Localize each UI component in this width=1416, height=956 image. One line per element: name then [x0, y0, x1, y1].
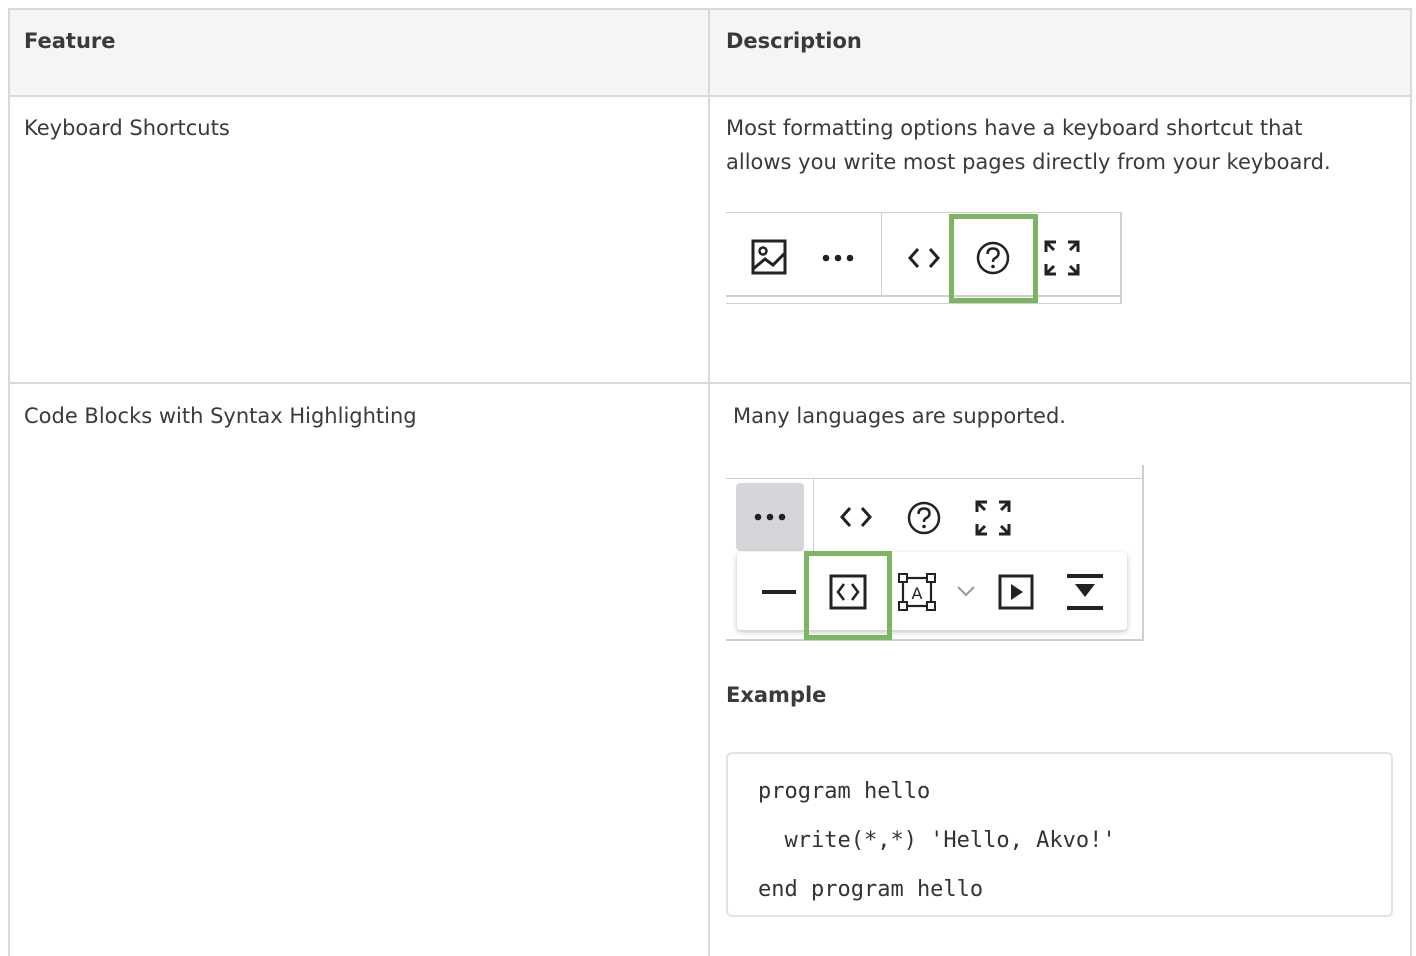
row2-feature: Code Blocks with Syntax Highlighting	[24, 404, 417, 428]
row2-description: Many languages are supported.	[733, 404, 1066, 428]
more-icon	[754, 513, 786, 521]
table-header-background	[8, 8, 1412, 95]
toolbar1-bottom-border	[726, 295, 1120, 297]
code-block: program hello write(*,*) 'Hello, Akvo!' …	[726, 752, 1393, 917]
fullscreen-icon[interactable]	[975, 500, 1011, 536]
toolbar2-right-border	[1142, 465, 1144, 641]
table-right-border	[1410, 8, 1412, 956]
table-left-border	[8, 8, 10, 956]
table-top-border	[8, 8, 1412, 10]
toolbar1-separator	[881, 213, 882, 295]
row1-description-line1: Most formatting options have a keyboard …	[726, 116, 1303, 140]
toolbar-screenshot-1	[726, 212, 1122, 304]
toolbar2-bottom-border	[726, 639, 1144, 641]
table-header-divider	[8, 95, 1412, 97]
highlight-code-block-icon	[804, 551, 892, 640]
row1-description-line2: allows you write most pages directly fro…	[726, 150, 1331, 174]
code-line-1: program hello	[758, 779, 931, 804]
fullscreen-icon[interactable]	[1044, 240, 1080, 276]
media-play-icon[interactable]	[998, 574, 1034, 610]
more-icon[interactable]	[821, 252, 855, 264]
svg-text:A: A	[912, 584, 923, 603]
toolbar1-outer-bottom	[726, 303, 1122, 304]
expand-icon[interactable]	[1066, 573, 1104, 611]
table-row-divider	[8, 382, 1412, 384]
toolbar-screenshot-2: A	[726, 465, 1144, 641]
example-heading: Example	[726, 683, 827, 707]
highlight-help-icon	[949, 214, 1038, 303]
chevron-down-icon[interactable]	[956, 585, 976, 597]
code-icon[interactable]	[838, 504, 874, 530]
toolbar1-right-border	[1120, 212, 1122, 304]
row1-feature: Keyboard Shortcuts	[24, 116, 230, 140]
horizontal-rule-icon[interactable]	[762, 589, 796, 595]
code-line-2: write(*,*) 'Hello, Akvo!'	[758, 828, 1116, 853]
text-box-icon[interactable]: A	[898, 573, 936, 611]
table-column-divider	[708, 8, 710, 956]
header-description: Description	[726, 29, 862, 53]
toolbar2-separator	[813, 478, 814, 552]
image-icon[interactable]	[751, 239, 789, 277]
toolbar2-top-border	[726, 478, 1142, 479]
toolbar1-top-border	[726, 212, 1120, 213]
code-line-3: end program hello	[758, 877, 984, 902]
header-feature: Feature	[24, 29, 116, 53]
code-icon[interactable]	[906, 245, 942, 271]
help-icon[interactable]	[906, 500, 942, 536]
